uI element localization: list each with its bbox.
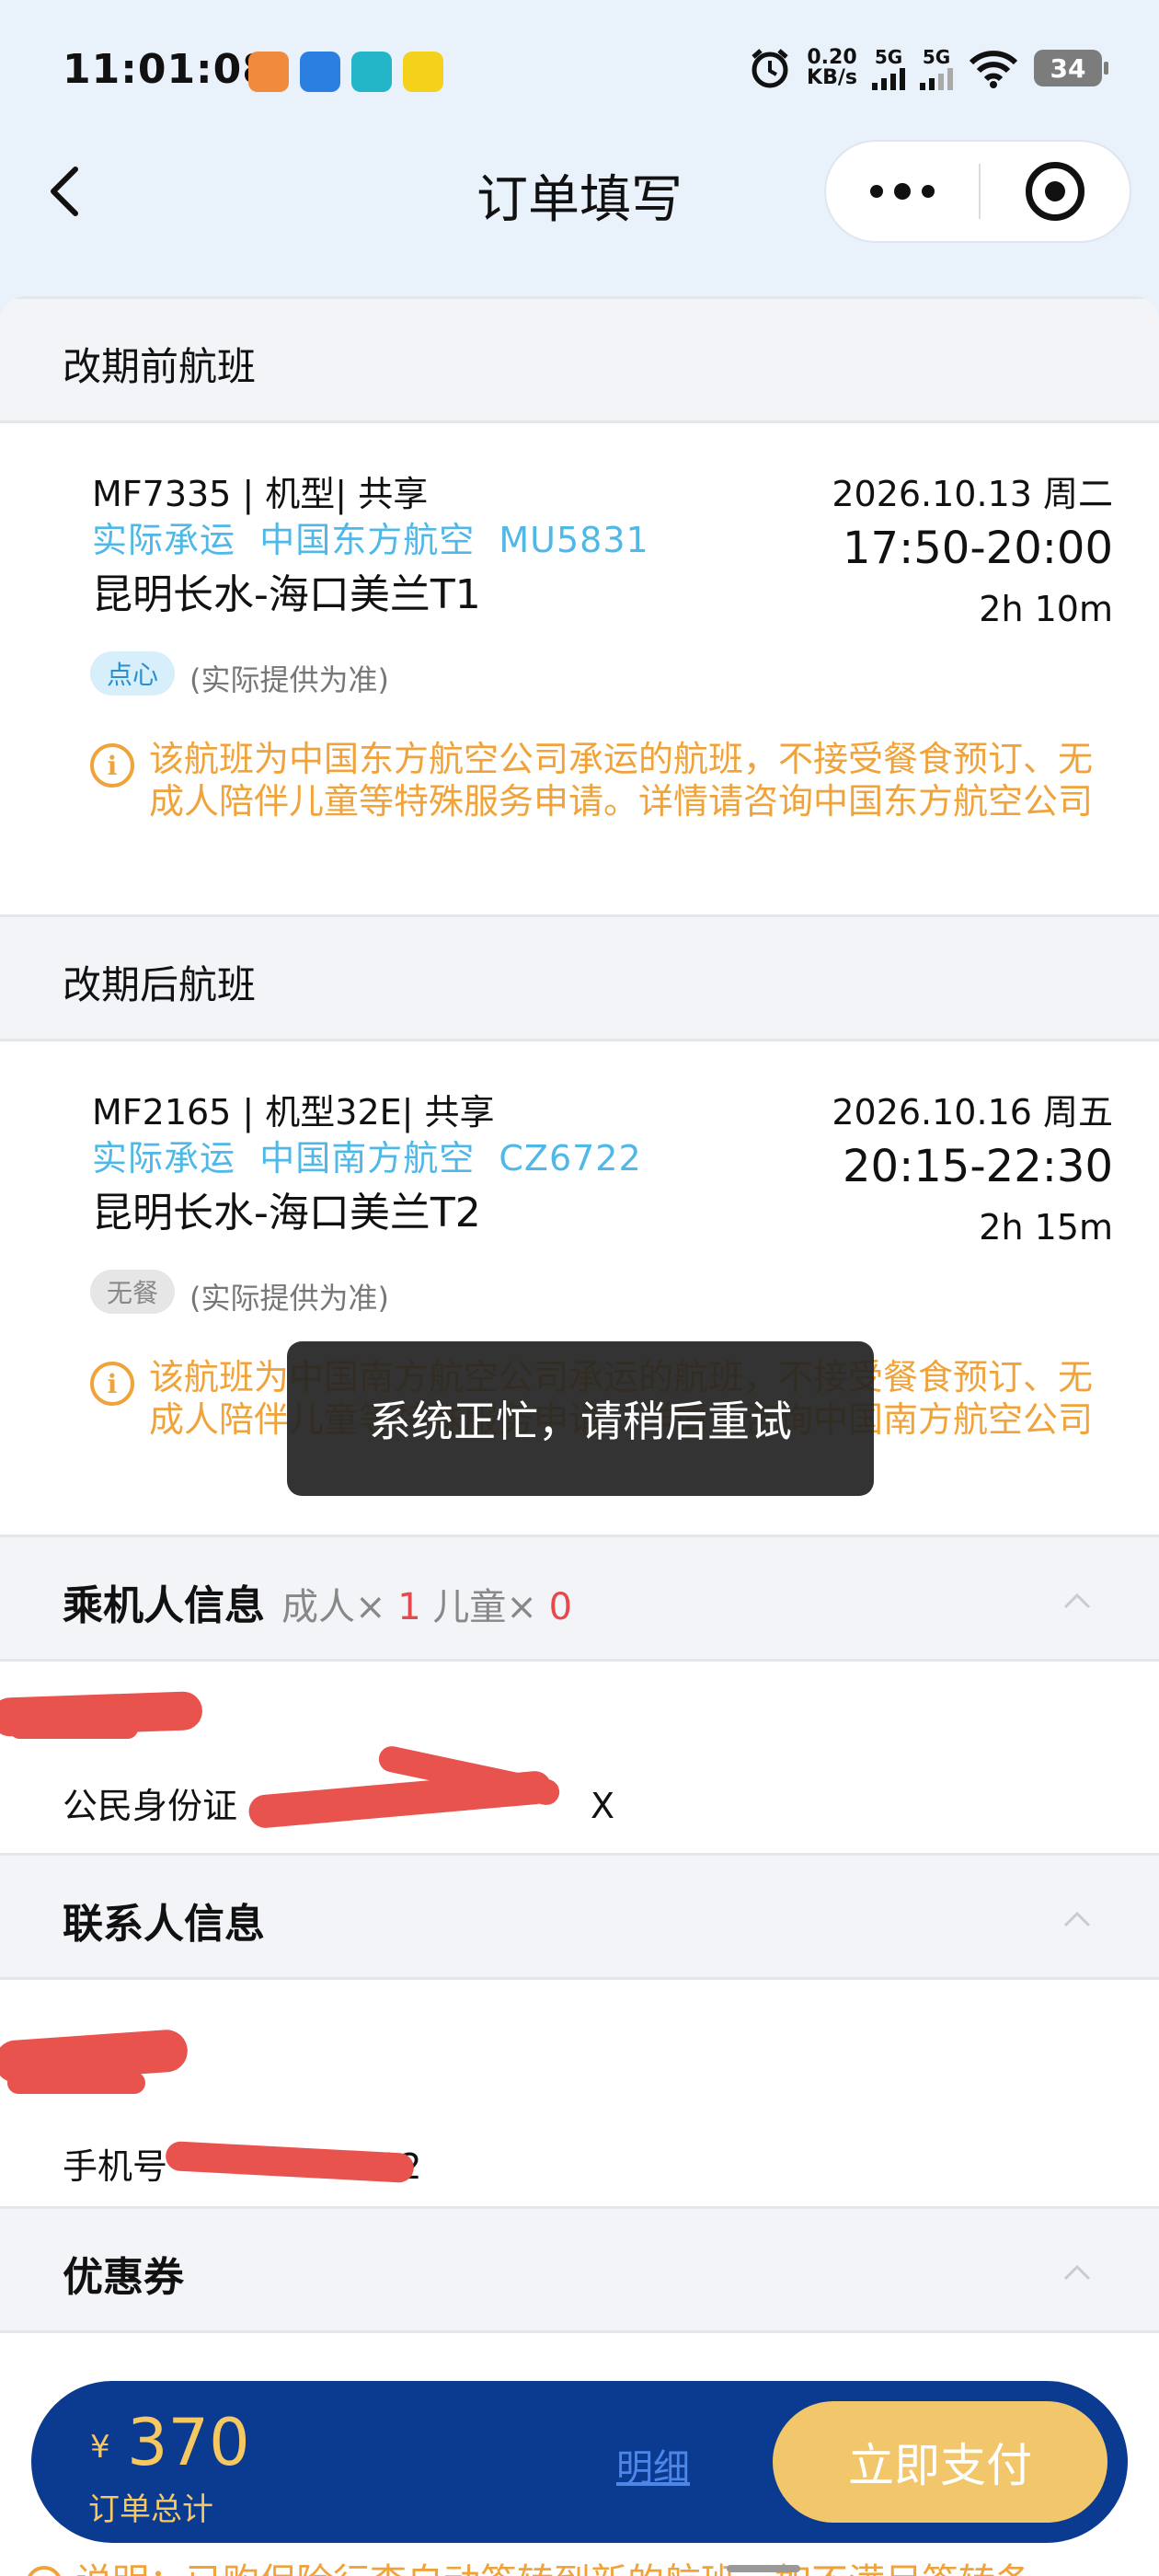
status-bar: 11:01:08 0.20 KB/s 5G 5G 34	[0, 0, 1159, 138]
operating-carrier: 实际承运 中国东方航空 MU5831	[92, 520, 649, 560]
section-title: 改期后航班	[63, 962, 257, 1007]
app-notification-icon	[351, 52, 392, 92]
target-icon	[1026, 162, 1084, 221]
flight-code: MF2165 | 机型32E| 共享	[92, 1092, 495, 1133]
info-icon	[26, 2566, 63, 2576]
more-button[interactable]	[826, 142, 979, 241]
more-dot-icon	[894, 183, 911, 200]
section-title: 改期前航班	[63, 344, 257, 389]
chevron-up-icon	[1063, 2264, 1091, 2281]
app-notification-icon	[403, 52, 443, 92]
currency-symbol: ¥	[90, 2429, 110, 2466]
app-notification-icon	[300, 52, 340, 92]
home-indicator[interactable]	[727, 2565, 800, 2572]
flight-duration: 2h 15m	[979, 1207, 1113, 1248]
flight-duration: 2h 10m	[979, 589, 1113, 629]
meal-badge: 点心	[90, 651, 176, 696]
close-miniapp-button[interactable]	[981, 162, 1130, 221]
contact-card[interactable]: 手机号02	[0, 1980, 1159, 2206]
meal-badge: 无餐	[90, 1270, 176, 1314]
order-total-price: 370	[127, 2405, 250, 2480]
meal-note: (实际提供为准)	[189, 662, 389, 697]
pay-now-button[interactable]: 立即支付	[773, 2401, 1107, 2523]
more-dot-icon	[922, 185, 935, 198]
price-detail-link[interactable]: 明细	[616, 2438, 690, 2491]
battery-icon: 34	[1034, 50, 1108, 86]
app-notification-icon	[248, 52, 289, 92]
status-indicators: 0.20 KB/s 5G 5G 34	[748, 46, 1108, 90]
flight-route: 昆明长水-海口美兰T2	[92, 1190, 481, 1236]
flight-card-before: MF7335 | 机型| 共享 实际承运 中国东方航空 MU5831 昆明长水-…	[0, 423, 1159, 916]
section-header-passenger[interactable]: 乘机人信息 成人× 1 儿童× 0	[0, 1535, 1159, 1662]
more-dot-icon	[870, 185, 883, 198]
flight-code: MF7335 | 机型| 共享	[92, 474, 429, 514]
order-total-label: 订单总计	[88, 2491, 213, 2528]
flight-date: 2026.10.13 周二	[832, 474, 1113, 514]
miniapp-capsule	[824, 140, 1131, 243]
redaction-mark	[9, 1719, 138, 1739]
signal-icon: 5G	[872, 46, 905, 90]
alarm-icon	[752, 49, 788, 88]
bottom-note: 说明：已购保险行李自动签转到新的航班，如不满足签转条	[26, 2552, 1032, 2576]
redaction-mark	[7, 2072, 145, 2094]
chevron-up-icon	[1063, 1593, 1091, 1609]
flight-time: 17:50-20:00	[843, 523, 1113, 574]
flight-time: 20:15-22:30	[843, 1141, 1113, 1192]
notification-icons	[248, 52, 443, 92]
toast-message: 系统正忙，请稍后重试	[287, 1341, 874, 1496]
wifi-icon	[969, 51, 1018, 88]
flight-date: 2026.10.16 周五	[832, 1092, 1113, 1133]
signal-icon: 5G	[920, 46, 953, 90]
passenger-card[interactable]: 公民身份证 X	[0, 1662, 1159, 1844]
passenger-counts: 成人× 1 儿童× 0	[281, 1586, 573, 1628]
network-speed: 0.20 KB/s	[807, 46, 857, 89]
payment-bar: ¥ 370 订单总计 明细 立即支付	[31, 2381, 1128, 2543]
info-icon: i	[90, 743, 134, 788]
section-title: 乘机人信息 成人× 1 儿童× 0	[63, 1582, 573, 1629]
section-header-coupon[interactable]: 优惠券	[0, 2206, 1159, 2333]
operating-carrier: 实际承运 中国南方航空 CZ6722	[92, 1138, 642, 1179]
status-time: 11:01:08	[63, 46, 271, 93]
section-title: 优惠券	[63, 2254, 184, 2301]
info-icon: i	[90, 1362, 134, 1406]
section-header-before: 改期前航班	[0, 296, 1159, 423]
flight-route: 昆明长水-海口美兰T1	[92, 571, 481, 618]
section-title: 联系人信息	[63, 1901, 265, 1948]
section-header-contact[interactable]: 联系人信息	[0, 1853, 1159, 1980]
section-header-after: 改期后航班	[0, 914, 1159, 1041]
carrier-warning: 该航班为中国东方航空公司承运的航班，不接受餐食预订、无成人陪伴儿童等特殊服务申请…	[149, 739, 1094, 822]
chevron-up-icon	[1063, 1911, 1091, 1927]
meal-note: (实际提供为准)	[189, 1281, 389, 1316]
